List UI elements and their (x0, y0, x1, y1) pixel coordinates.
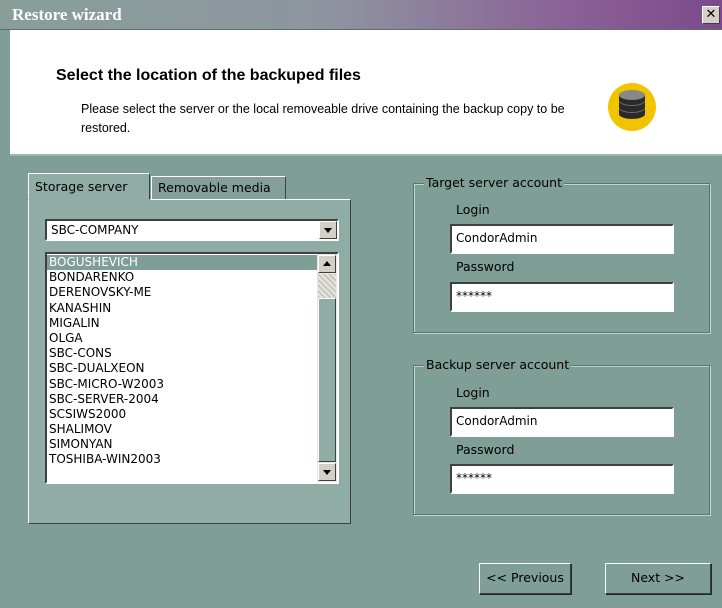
list-item[interactable]: SHALIMOV (47, 422, 317, 437)
scroll-up-button[interactable] (318, 255, 336, 273)
arrow-up-icon (323, 261, 331, 266)
next-button[interactable]: Next >> (605, 563, 711, 594)
dropdown-button[interactable] (319, 221, 337, 239)
close-button[interactable]: ✕ (702, 6, 720, 24)
wizard-header: Select the location of the backuped file… (10, 30, 722, 156)
page-title: Select the location of the backuped file… (56, 67, 361, 84)
list-item[interactable]: SIMONYAN (47, 437, 317, 452)
page-description: Please select the server or the local re… (81, 102, 565, 135)
list-item[interactable]: DERENOVSKY-ME (47, 285, 317, 300)
server-list-items: BOGUSHEVICH BONDARENKO DERENOVSKY-ME KANASH… (47, 255, 317, 468)
tab-removable-media[interactable]: Removable media (151, 176, 286, 200)
password-label: Password (456, 259, 515, 274)
target-login-field[interactable]: CondorAdmin (450, 224, 674, 254)
server-list[interactable]: BOGUSHEVICH BONDARENKO DERENOVSKY-ME KANASH… (45, 252, 339, 484)
previous-button[interactable]: << Previous (479, 563, 571, 594)
target-server-account-group: Target server account Login CondorAdmin … (413, 175, 710, 333)
login-label: Login (456, 385, 490, 400)
server-dropdown[interactable]: SBC-COMPANY (45, 219, 339, 241)
list-item[interactable]: KANASHIN (47, 301, 317, 316)
backup-password-field[interactable]: ****** (450, 464, 674, 494)
server-dropdown-value: SBC-COMPANY (51, 223, 139, 237)
list-item[interactable]: SBC-MICRO-W2003 (47, 377, 317, 392)
scroll-track[interactable] (318, 298, 336, 462)
scrollbar[interactable] (317, 254, 337, 482)
group-legend: Target server account (424, 175, 564, 190)
scroll-thumb[interactable] (318, 274, 336, 298)
list-item[interactable]: SBC-DUALXEON (47, 361, 317, 376)
target-password-field[interactable]: ****** (450, 282, 674, 312)
scroll-down-button[interactable] (318, 463, 336, 481)
close-icon: ✕ (705, 7, 717, 22)
list-item[interactable]: BONDARENKO (47, 270, 317, 285)
list-item[interactable]: MIGALIN (47, 316, 317, 331)
list-item[interactable]: SCSIWS2000 (47, 407, 317, 422)
list-item[interactable]: BOGUSHEVICH (47, 255, 317, 271)
title-bar: Restore wizard ✕ (0, 0, 722, 30)
arrow-down-icon (323, 470, 331, 475)
tab-storage-server[interactable]: Storage server (28, 173, 150, 200)
password-label: Password (456, 442, 515, 457)
backup-login-field[interactable]: CondorAdmin (450, 407, 674, 437)
login-label: Login (456, 202, 490, 217)
window-title: Restore wizard (12, 5, 122, 24)
database-icon (608, 83, 656, 131)
backup-server-account-group: Backup server account Login CondorAdmin … (413, 357, 710, 515)
list-item[interactable]: SBC-SERVER-2004 (47, 392, 317, 407)
list-item[interactable]: SBC-CONS (47, 346, 317, 361)
list-item[interactable]: OLGA (47, 331, 317, 346)
chevron-down-icon (324, 228, 332, 233)
list-item[interactable]: TOSHIBA-WIN2003 (47, 452, 317, 467)
group-legend: Backup server account (424, 357, 572, 372)
